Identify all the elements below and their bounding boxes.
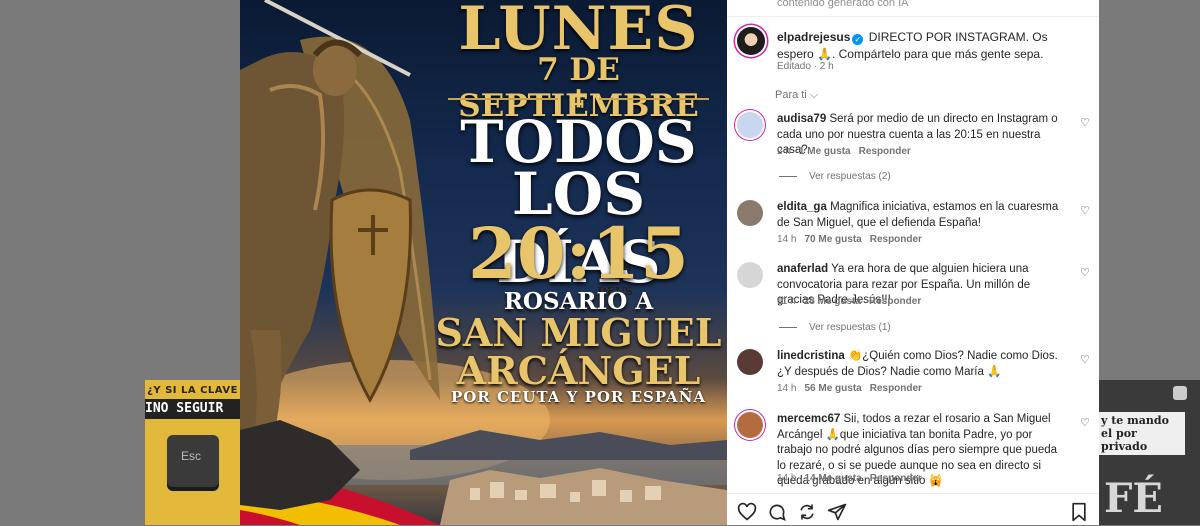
author-username[interactable]: elpadrejesus [777,30,850,44]
poster-subtitle: POR CEUTA Y POR ESPAÑA [450,388,707,406]
reply-button[interactable]: Responder [870,383,922,394]
background-thumbnail-right: y te mando el por privado FÉ [1099,380,1200,525]
comment-time: 14 h [777,234,797,245]
reply-button[interactable]: Responder [870,234,922,245]
post-action-bar [727,493,1099,526]
comment-username[interactable]: audisa79 [777,113,826,125]
thumbnail-caption: y te mando el por privado [1099,412,1185,455]
bookmark-icon[interactable] [1069,502,1089,522]
author-avatar[interactable] [737,27,765,55]
comment-avatar[interactable] [737,349,763,375]
ai-label: contenido generado con IA [777,0,909,9]
view-replies-button[interactable]: Ver respuestas (2) [779,171,891,182]
comment-username[interactable]: eldita_ga [777,201,827,213]
thumbnail-caption-bar: INO SEGUIR [145,399,240,419]
esc-key-image: Esc [167,435,219,487]
heart-icon[interactable] [737,502,757,522]
reply-button[interactable]: Responder [869,296,921,307]
comment-meta: 2 h 1 Me gusta Responder [777,146,919,157]
verified-badge-icon: ✓ [852,34,864,45]
comment-likes[interactable]: 70 Me gusta [804,234,861,245]
comment-meta: 14 h 14 Me gusta Responder [777,473,930,484]
comment-avatar[interactable] [737,200,763,226]
comment-time: 11 h [777,296,796,307]
comment-likes[interactable]: 56 Me gusta [804,383,861,394]
comment-like-heart-icon[interactable]: ♡ [1080,416,1090,429]
comments-panel: contenido generado con IA elpadrejesus ✓ … [727,0,1099,525]
reel-icon [1173,386,1187,400]
comment-username[interactable]: linedcristina [777,350,845,362]
post-image[interactable]: QUIS UT DEUS LUNES 7 DE SEPTIEMBRE ✝ TOD… [240,0,727,525]
share-icon[interactable] [827,502,847,522]
comment-like-heart-icon[interactable]: ♡ [1080,204,1090,217]
repost-icon[interactable] [797,502,817,522]
comment-body: linedcristina 👏¿Quién como Dios? Nadie c… [777,349,1067,380]
thumbnail-caption: ¿Y SI LA CLAVE [147,385,238,396]
reply-button[interactable]: Responder [859,146,911,157]
comment-likes[interactable]: 14 Me gusta [804,473,861,484]
poster-time: 20:15 [468,212,689,295]
comment-like-heart-icon[interactable]: ♡ [1080,353,1090,366]
comment-body: eldita_ga Magnifica iniciativa, estamos … [777,200,1067,231]
comment-icon[interactable] [767,502,787,522]
post-caption: elpadrejesus ✓ DIRECTO POR INSTAGRAM. Os … [777,29,1077,63]
reply-button[interactable]: Responder [870,473,922,484]
comment-likes[interactable]: 1 Me gusta [799,146,851,157]
comment-meta: 14 h 70 Me gusta Responder [777,234,930,245]
comment-time: 2 h [777,146,791,157]
sort-dropdown[interactable]: Para ti ⌵ [775,89,818,102]
background-thumbnail-left: ¿Y SI LA CLAVE INO SEGUIR Esc [145,380,240,525]
comment-likes[interactable]: 28 Me gusta [804,296,861,307]
panel-header-strip: contenido generado con IA [727,0,1099,17]
comment-avatar[interactable] [737,262,763,288]
view-replies-button[interactable]: Ver respuestas (1) [779,322,891,333]
edited-timestamp: Editado · 2 h [777,61,834,72]
comment-like-heart-icon[interactable]: ♡ [1080,266,1090,279]
comment-meta: 14 h 56 Me gusta Responder [777,383,930,394]
comment-username[interactable]: mercemc67 [777,413,840,425]
comment-avatar[interactable] [737,112,763,138]
thumbnail-big-letters: FÉ [1104,475,1163,522]
comment-like-heart-icon[interactable]: ♡ [1080,116,1090,129]
esc-key-label: Esc [181,449,202,463]
comment-meta: 11 h 28 Me gusta Responder [777,296,929,307]
comment-time: 14 h [777,383,797,394]
comment-avatar[interactable] [737,412,763,438]
comment-username[interactable]: anaferlad [777,263,828,275]
comment-time: 14 h [777,473,797,484]
poster-saint-2: ARCÁNGEL [456,348,701,393]
